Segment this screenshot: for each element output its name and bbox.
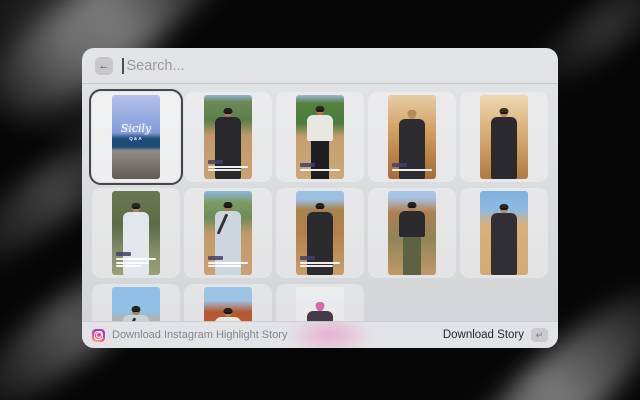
caption-overlay xyxy=(392,163,432,171)
story-tile-story-trees-white-tee[interactable] xyxy=(276,92,364,182)
username-tag xyxy=(116,252,131,256)
story-tile-story-orange-hills[interactable] xyxy=(276,188,364,278)
sunglasses xyxy=(133,207,140,209)
sunglasses xyxy=(317,207,324,209)
story-tile-story-indoor-warm-1[interactable] xyxy=(368,92,456,182)
username-tag xyxy=(208,160,223,164)
story-tile-story-coast-path[interactable] xyxy=(184,92,272,182)
blurred-thumbnail-glow xyxy=(287,321,372,348)
caption-line xyxy=(208,262,248,264)
story-photo xyxy=(204,287,252,322)
caption-line xyxy=(300,265,333,267)
story-photo xyxy=(204,95,252,179)
sunglasses xyxy=(225,112,232,114)
story-photo xyxy=(296,191,344,275)
sunglasses xyxy=(317,110,324,112)
caption-line xyxy=(300,169,340,171)
username-tag xyxy=(208,256,223,260)
search-bar: ← xyxy=(82,48,558,83)
story-photo xyxy=(388,191,436,275)
story-photo xyxy=(296,287,344,322)
story-photo: SicilyQ&A xyxy=(112,95,160,179)
story-tile-story-pink-hood[interactable] xyxy=(276,284,364,322)
caption-line xyxy=(116,265,141,267)
caption-line xyxy=(116,262,149,264)
cover-subtitle: Q&A xyxy=(112,136,160,141)
instagram-icon xyxy=(92,329,105,342)
footer-label: Download Instagram Highlight Story xyxy=(112,329,287,341)
story-tile-story-indoor-warm-2[interactable] xyxy=(460,92,548,182)
story-tile-story-coastal-town[interactable] xyxy=(92,284,180,322)
person-pants xyxy=(403,236,421,275)
caption-overlay xyxy=(300,256,340,268)
sunglasses xyxy=(501,112,508,114)
person-figure xyxy=(204,287,252,322)
person-figure xyxy=(112,287,160,322)
sunglasses xyxy=(225,312,232,314)
person-torso xyxy=(491,117,517,179)
caption-overlay xyxy=(208,160,248,172)
caption-overlay xyxy=(300,163,340,171)
username-tag xyxy=(300,256,315,260)
person-hair xyxy=(316,302,325,307)
search-input[interactable] xyxy=(127,58,546,74)
caption-line xyxy=(208,169,241,171)
download-story-button[interactable]: Download Story xyxy=(443,329,524,341)
caption-overlay xyxy=(208,256,248,268)
person-figure xyxy=(480,191,528,275)
story-photo xyxy=(296,95,344,179)
enter-key-icon: ↵ xyxy=(531,328,548,342)
person-pants xyxy=(311,140,329,179)
caption-overlay xyxy=(116,252,156,267)
username-tag xyxy=(300,163,315,167)
story-photo xyxy=(204,191,252,275)
story-photo xyxy=(480,191,528,275)
story-photo xyxy=(480,95,528,179)
person-figure xyxy=(480,95,528,179)
caption-line xyxy=(300,262,340,264)
story-tile-story-red-building[interactable] xyxy=(184,284,272,322)
person-figure xyxy=(388,191,436,275)
story-tile-story-dirt-path-bag[interactable] xyxy=(184,188,272,278)
story-tile-story-rocky-trail[interactable] xyxy=(368,188,456,278)
story-photo xyxy=(388,95,436,179)
person-torso xyxy=(307,115,333,141)
person-torso xyxy=(491,213,517,275)
caption-line xyxy=(208,265,241,267)
story-tile-story-greenery[interactable] xyxy=(92,188,180,278)
person-figure xyxy=(296,287,344,322)
person-hair xyxy=(408,110,417,115)
username-tag xyxy=(392,163,407,167)
story-tile-story-desert[interactable] xyxy=(460,188,548,278)
stories-grid: SicilyQ&A xyxy=(82,84,558,322)
cover-text: SicilyQ&A xyxy=(112,122,160,141)
story-photo xyxy=(112,191,160,275)
caption-line xyxy=(116,258,156,260)
cover-title: Sicily xyxy=(112,122,160,135)
sunglasses xyxy=(409,206,416,208)
caption-line xyxy=(208,166,248,168)
story-photo xyxy=(112,287,160,322)
back-button[interactable]: ← xyxy=(95,57,113,75)
person-torso xyxy=(399,211,425,237)
caption-line xyxy=(392,169,432,171)
text-cursor xyxy=(122,58,124,74)
sunglasses xyxy=(501,208,508,210)
story-tile-sicily-cover[interactable]: SicilyQ&A xyxy=(92,92,180,182)
app-window: ← SicilyQ&A Download Instagram Highlight… xyxy=(82,48,558,348)
sunglasses xyxy=(225,206,232,208)
sunglasses xyxy=(133,310,140,312)
footer-bar: Download Instagram Highlight Story Downl… xyxy=(82,321,558,348)
